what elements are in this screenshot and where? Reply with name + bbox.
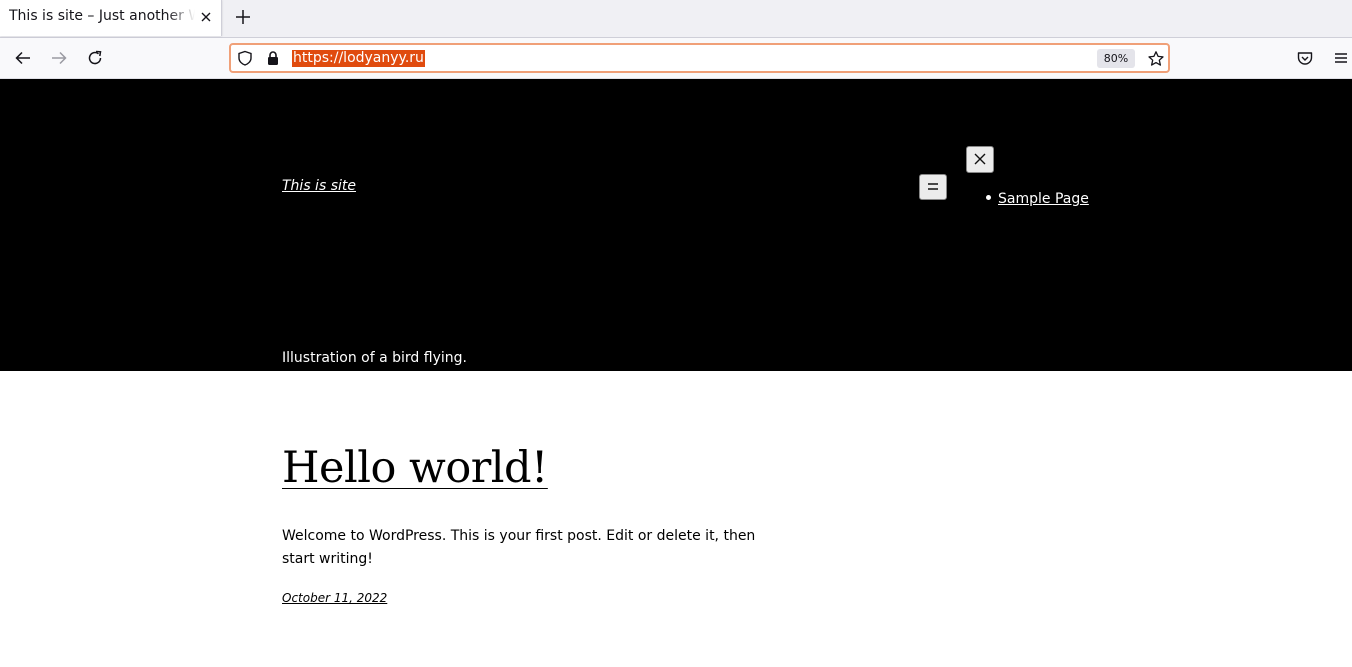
zoom-level-badge[interactable]: 80% [1097,49,1135,68]
nav-item-sample-page: Sample Page [986,191,1089,207]
close-icon [974,153,986,165]
menu-close-button[interactable] [966,146,994,173]
tab-bar: This is site – Just another WordPress si… [0,0,1352,38]
tab-title: This is site – Just another WordPress si… [9,8,195,24]
address-bar[interactable]: https://lodyanyy.ru 80% [229,43,1170,73]
pocket-icon[interactable] [1296,49,1314,67]
menu-open-button[interactable] [919,174,947,200]
hero-image-caption: Illustration of a bird flying. [282,350,467,366]
hamburger-icon[interactable] [1332,49,1350,67]
close-icon[interactable] [198,9,214,25]
arrow-right-icon[interactable] [50,49,68,67]
navigation-toolbar: https://lodyanyy.ru 80% [0,38,1352,79]
plus-icon[interactable] [234,8,252,26]
lock-icon[interactable] [265,50,281,66]
post-title-link[interactable]: Hello world! [282,441,548,495]
arrow-left-icon[interactable] [14,49,32,67]
menu-icon [928,183,938,190]
site-header-hero: This is site Sample Page Illustration of… [0,79,1352,371]
post-excerpt: Welcome to WordPress. This is your first… [282,528,756,567]
nav-link-sample-page[interactable]: Sample Page [998,191,1089,207]
primary-navigation: Sample Page [986,191,1089,207]
star-icon[interactable] [1147,50,1165,68]
post-date-link[interactable]: October 11, 2022 [282,591,387,605]
shield-icon[interactable] [237,50,253,66]
site-title-link[interactable]: This is site [282,178,356,194]
reload-icon[interactable] [86,49,104,67]
url-text[interactable]: https://lodyanyy.ru [292,50,425,67]
browser-tab-active[interactable]: This is site – Just another WordPress si… [0,0,222,36]
